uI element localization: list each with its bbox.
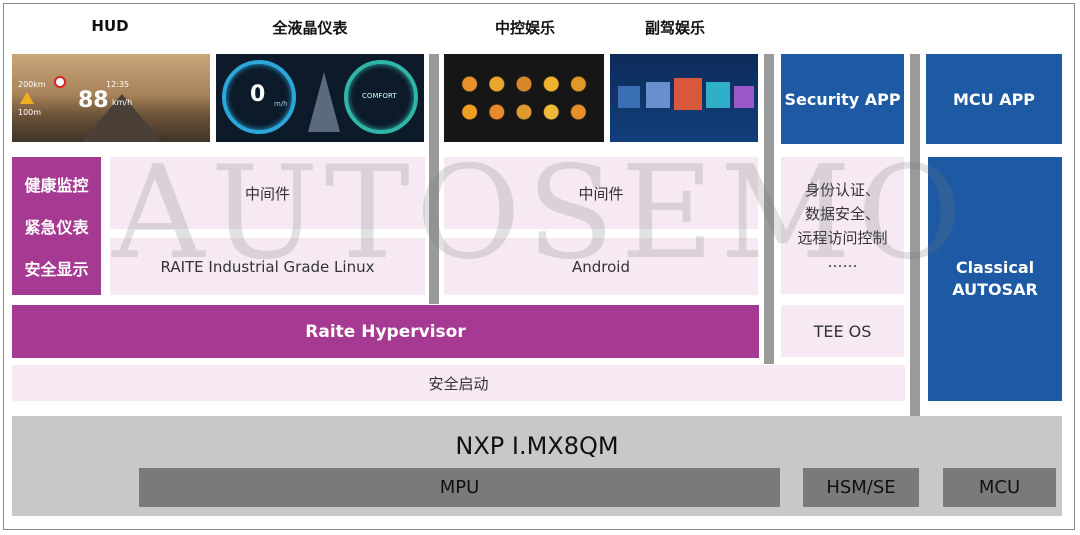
app-tile-1 xyxy=(618,86,640,108)
service-identity: 身份认证、 xyxy=(804,180,880,199)
safety-functions-panel: 健康监控 紧急仪表 安全显示 xyxy=(12,157,101,295)
hsm-block: HSM/SE xyxy=(803,468,919,507)
cluster-screenshot: 0 m/h COMFORT xyxy=(216,54,424,142)
header-cluster: 全液晶仪表 xyxy=(272,19,348,37)
security-services: 身份认证、 数据安全、 远程访问控制 …… xyxy=(781,157,904,294)
separator-bar-3 xyxy=(910,54,920,416)
hud-unit: km/h xyxy=(112,98,133,107)
tee-os: TEE OS xyxy=(781,305,904,357)
security-app: Security APP xyxy=(781,54,904,144)
left-gauge-value: 0 xyxy=(250,82,266,107)
up-arrow-icon xyxy=(20,92,34,104)
hud-time: 12:35 xyxy=(106,80,130,89)
center-console-screenshot xyxy=(444,54,604,142)
speed-limit-icon xyxy=(54,76,66,88)
soc-title: NXP I.MX8QM xyxy=(455,432,619,460)
service-ellipsis: …… xyxy=(827,252,858,271)
label-emergency-cluster: 紧急仪表 xyxy=(24,218,89,237)
linux-middleware: 中间件 xyxy=(110,157,425,229)
app-tile-2 xyxy=(646,82,670,108)
right-gauge-mode: COMFORT xyxy=(362,92,397,100)
hud-distance: 200km xyxy=(18,80,46,89)
hud-speed: 88 xyxy=(78,88,109,113)
linux-os: RAITE Industrial Grade Linux xyxy=(110,238,425,295)
mcu-block: MCU xyxy=(943,468,1056,507)
passenger-screenshot xyxy=(610,54,758,142)
label-safety-display: 安全显示 xyxy=(24,260,89,279)
service-data-security: 数据安全、 xyxy=(804,204,880,223)
left-gauge-unit: m/h xyxy=(274,100,288,108)
hypervisor-layer: Raite Hypervisor xyxy=(12,305,759,358)
app-tile-3 xyxy=(674,78,702,110)
hud-distance-small: 100m xyxy=(18,108,42,117)
app-icon-grid xyxy=(456,70,592,126)
android-middleware: 中间件 xyxy=(444,157,758,229)
mpu-block: MPU xyxy=(139,468,780,507)
service-remote-access: 远程访问控制 xyxy=(797,228,888,247)
separator-bar-1 xyxy=(429,54,439,304)
separator-bar-2 xyxy=(764,54,774,364)
classical-autosar: Classical AUTOSAR xyxy=(928,157,1062,401)
label-health-monitor: 健康监控 xyxy=(24,176,89,195)
app-tile-5 xyxy=(734,86,754,108)
autosar-line-1: Classical xyxy=(955,258,1035,277)
mcu-app: MCU APP xyxy=(926,54,1062,144)
header-center-entertainment: 中控娱乐 xyxy=(494,19,555,37)
hud-screenshot: 88 km/h 12:35 200km 100m xyxy=(12,54,210,142)
header-passenger-entertainment: 副驾娱乐 xyxy=(644,19,705,37)
road-lanes xyxy=(308,72,340,132)
secure-boot-layer: 安全启动 xyxy=(12,365,905,401)
app-tile-4 xyxy=(706,82,730,108)
header-hud: HUD xyxy=(91,17,129,35)
android-os: Android xyxy=(444,238,758,295)
autosar-line-2: AUTOSAR xyxy=(952,280,1038,299)
